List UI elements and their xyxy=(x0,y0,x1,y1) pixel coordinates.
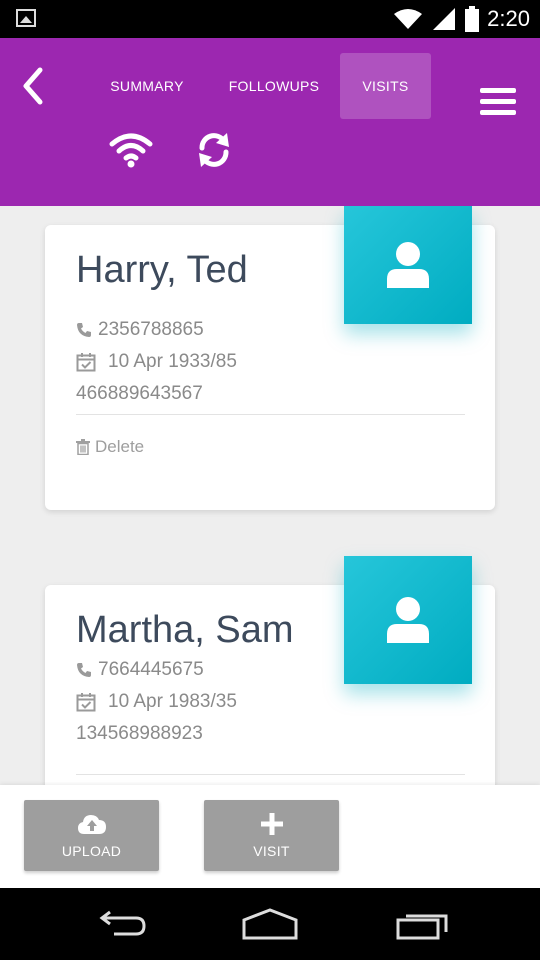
patient-name: Martha, Sam xyxy=(76,609,294,651)
tab-summary[interactable]: SUMMARY xyxy=(92,53,202,119)
nav-back-icon xyxy=(99,910,146,936)
system-nav-bar xyxy=(0,888,540,960)
bottom-action-bar: UPLOAD VISIT xyxy=(0,785,540,888)
card-divider xyxy=(76,414,465,415)
calendar-check-icon xyxy=(76,352,96,372)
calendar-check-icon xyxy=(76,692,96,712)
patient-dob-row: 10 Apr 1983/35 xyxy=(76,691,237,713)
patient-dob: 10 Apr 1983/35 xyxy=(108,691,237,712)
battery-icon xyxy=(465,6,480,32)
visit-label: VISIT xyxy=(253,842,290,859)
tab-followups[interactable]: FOLLOWUPS xyxy=(214,53,334,119)
nav-recents-icon xyxy=(396,914,448,940)
patient-phone: 2356788865 xyxy=(98,319,204,340)
add-visit-button[interactable]: VISIT xyxy=(204,800,339,871)
wifi-icon xyxy=(109,133,153,168)
menu-icon-bar xyxy=(480,110,516,115)
menu-icon-bar xyxy=(480,99,516,104)
tab-visits[interactable]: VISITS xyxy=(340,53,431,119)
patient-phone: 7664445675 xyxy=(98,659,204,680)
back-button[interactable] xyxy=(16,64,56,108)
nav-home-icon xyxy=(242,908,298,940)
card-divider xyxy=(76,774,465,775)
patient-avatar[interactable] xyxy=(344,206,472,324)
nav-recents-button[interactable] xyxy=(392,906,452,942)
back-chevron-icon xyxy=(23,67,43,105)
signal-icon xyxy=(433,8,456,30)
status-bar: 2:20 xyxy=(0,0,540,38)
trash-icon xyxy=(76,439,90,455)
menu-icon-bar xyxy=(480,88,516,93)
wifi-status-icon xyxy=(394,9,423,29)
patient-phone-row: 2356788865 xyxy=(76,319,204,341)
patient-id-row: 466889643567 xyxy=(76,383,203,405)
nav-back-button[interactable] xyxy=(90,906,150,942)
delete-button[interactable]: Delete xyxy=(76,437,144,457)
patient-avatar[interactable] xyxy=(344,556,472,684)
upload-label: UPLOAD xyxy=(61,842,122,859)
user-icon xyxy=(387,242,429,288)
phone-icon xyxy=(76,662,92,678)
phone-icon xyxy=(76,322,92,338)
user-icon xyxy=(387,597,429,643)
plus-icon xyxy=(260,812,283,835)
patient-dob: 10 Apr 1933/85 xyxy=(108,351,237,372)
patient-dob-row: 10 Apr 1933/85 xyxy=(76,351,237,373)
sync-icon xyxy=(199,133,229,167)
status-bar-right: 2:20 xyxy=(393,0,530,38)
patient-id-row: 134568988923 xyxy=(76,723,203,745)
upload-button[interactable]: UPLOAD xyxy=(24,800,159,871)
patient-phone-row: 7664445675 xyxy=(76,659,204,681)
delete-label: Delete xyxy=(95,437,145,456)
status-time: 2:20 xyxy=(487,6,530,31)
patient-id-number: 466889643567 xyxy=(76,383,203,404)
menu-button[interactable] xyxy=(480,88,516,118)
image-notification-icon xyxy=(16,9,36,27)
patient-id-number: 134568988923 xyxy=(76,723,203,744)
app-header: SUMMARY FOLLOWUPS VISITS xyxy=(0,38,540,206)
patient-name: Harry, Ted xyxy=(76,249,248,291)
cloud-upload-icon xyxy=(77,814,106,834)
nav-home-button[interactable] xyxy=(240,906,300,942)
wifi-button[interactable] xyxy=(108,130,154,170)
sync-button[interactable] xyxy=(194,130,234,170)
